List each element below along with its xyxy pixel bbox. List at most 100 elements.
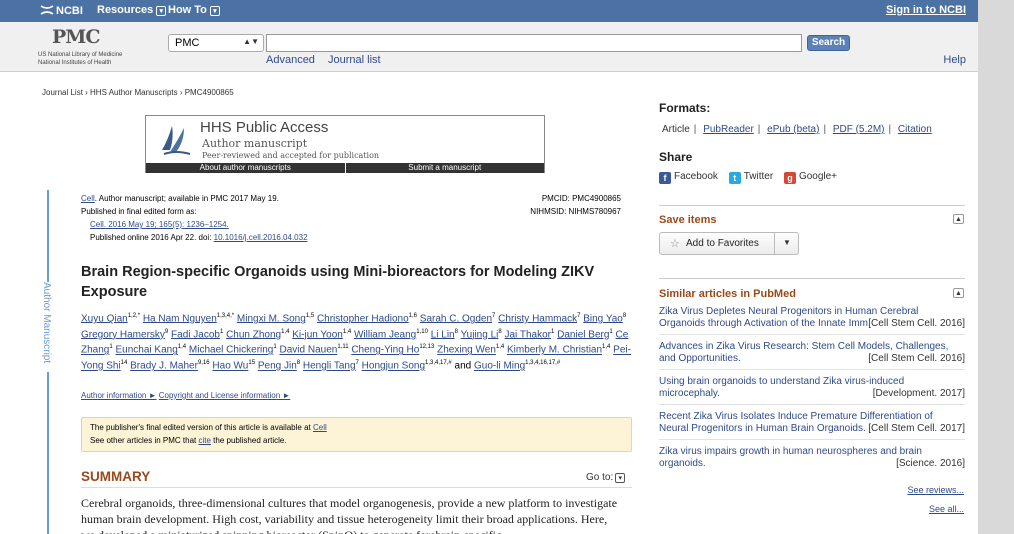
database-select[interactable]: PMC ▲▼: [168, 34, 264, 52]
author-affiliation: 12,13: [419, 344, 435, 351]
journal-link[interactable]: Cell: [81, 194, 95, 203]
author-link[interactable]: Cheng-Ying Ho: [351, 345, 419, 356]
author-affiliation: 7: [355, 360, 359, 367]
author-link[interactable]: Christy Hammack: [498, 313, 577, 324]
hhs-peer-note: Peer-reviewed and accepted for publicati…: [202, 151, 380, 160]
author-affiliation: 1,3,4,*: [216, 313, 235, 319]
save-items-heading: Save items: [659, 214, 717, 226]
collapse-icon[interactable]: ▲: [953, 288, 964, 298]
hhs-title: HHS Public Access: [200, 119, 329, 136]
author-link[interactable]: Ha Nam Nguyen: [143, 313, 217, 324]
doi-link[interactable]: 10.1016/j.cell.2016.04.032: [214, 233, 308, 242]
share-facebook[interactable]: f Facebook: [659, 171, 718, 184]
author-link[interactable]: Hao Wu: [212, 361, 248, 372]
hhs-subtitle: Author manuscript: [202, 137, 308, 150]
nihmsid: NIHMSID: NIHMS780967: [530, 207, 621, 216]
author-affiliation: 14: [120, 360, 128, 367]
author-link[interactable]: Mingxi M. Song: [237, 313, 306, 324]
author-affiliation: 1,4: [495, 344, 505, 351]
resources-menu[interactable]: Resources ▾: [97, 4, 167, 16]
chevron-down-icon: ▾: [209, 6, 220, 16]
collapse-icon[interactable]: ▲: [953, 214, 964, 224]
author-link[interactable]: Hengli Tang: [303, 361, 356, 372]
hhs-public-access-banner: HHS Public Access Author manuscript Peer…: [145, 115, 545, 173]
format-pubreader-link[interactable]: PubReader: [703, 124, 754, 135]
author-link[interactable]: Bing Yao: [583, 313, 623, 324]
article-ids: PMCID: PMC4900865 NIHMSID: NIHMS780967: [500, 192, 621, 218]
cite-link[interactable]: cite: [199, 436, 211, 445]
author-link[interactable]: Hongjun Song: [362, 361, 425, 372]
similar-article-item[interactable]: Zika Virus Depletes Neural Progenitors i…: [659, 306, 965, 330]
author-link[interactable]: Brady J. Maher: [130, 361, 198, 372]
pmc-logo[interactable]: PMC: [52, 26, 100, 48]
author-link[interactable]: Xuyu Qian: [81, 313, 128, 324]
format-citation-link[interactable]: Citation: [898, 124, 932, 135]
author-link[interactable]: Kimberly M. Christian: [507, 345, 602, 356]
author-affiliation: 9,16: [197, 360, 210, 367]
author-link[interactable]: Daniel Berg: [557, 329, 609, 340]
share-google[interactable]: g Google+: [783, 171, 837, 184]
similar-article-item[interactable]: Recent Zika Virus Isolates Induce Premat…: [659, 411, 965, 435]
article-title: Brain Region-specific Organoids using Mi…: [81, 264, 595, 300]
see-reviews-link[interactable]: See reviews...: [907, 485, 964, 495]
author-link[interactable]: David Nauen: [280, 345, 338, 356]
author-link[interactable]: Guo-li Ming: [474, 361, 525, 372]
summary-divider: [81, 487, 632, 488]
author-link[interactable]: Yujing Li: [461, 329, 499, 340]
author-affiliation: 1: [609, 328, 613, 335]
copyright-license-link[interactable]: Copyright and License information ►: [159, 391, 291, 400]
search-input[interactable]: [266, 34, 802, 52]
author-link[interactable]: Michael Chickering: [189, 345, 273, 356]
help-link[interactable]: Help: [943, 54, 966, 66]
author-link[interactable]: Zhexing Wen: [437, 345, 496, 356]
author-link[interactable]: Fadi Jacob: [171, 329, 220, 340]
advanced-search-link[interactable]: Advanced: [266, 54, 315, 66]
publisher-notice: The publisher's final edited version of …: [81, 417, 632, 452]
author-link[interactable]: Eunchai Kang: [115, 345, 177, 356]
similar-article-item[interactable]: Advances in Zika Virus Research: Stem Ce…: [659, 341, 965, 365]
select-arrows-icon: ▲▼: [243, 37, 259, 46]
goto-menu[interactable]: Go to: ▾: [586, 472, 626, 483]
ncbi-logo[interactable]: NCBI: [40, 4, 83, 17]
breadcrumb[interactable]: Journal List › HHS Author Manuscripts › …: [42, 88, 234, 97]
author-link[interactable]: Li Lin: [431, 329, 455, 340]
author-link[interactable]: Ki-jun Yoon: [292, 329, 343, 340]
published-citation-link[interactable]: Cell. 2016 May 19; 165(5): 1236–1254.: [90, 220, 229, 229]
author-link[interactable]: Christopher Hadiono: [317, 313, 409, 324]
chevron-down-icon[interactable]: ▼: [783, 238, 791, 247]
author-link[interactable]: Chun Zhong: [226, 329, 281, 340]
publisher-cell-link[interactable]: Cell: [313, 423, 327, 432]
hhs-eagle-icon: [162, 126, 191, 155]
formats-heading: Formats:: [659, 101, 711, 115]
author-affiliation: 1,3,4,16,17,#: [525, 360, 561, 367]
howto-menu[interactable]: How To ▾: [168, 4, 220, 16]
about-author-manuscripts-link[interactable]: About author manuscripts: [146, 163, 346, 173]
share-links: f Facebook t Twitter g Google+: [659, 171, 845, 184]
author-affiliation: 1,2,*: [127, 313, 141, 319]
author-link[interactable]: William Jeang: [354, 329, 416, 340]
nih-label: National Institutes of Health: [38, 60, 112, 66]
format-epub-link[interactable]: ePub (beta): [767, 124, 819, 135]
author-affiliation: 1: [551, 328, 555, 335]
author-link[interactable]: Gregory Hamersky: [81, 329, 165, 340]
see-all-link[interactable]: See all...: [929, 504, 964, 514]
author-affiliation: 8: [296, 360, 301, 367]
search-button[interactable]: Search: [807, 35, 850, 51]
sign-in-link[interactable]: Sign in to NCBI: [886, 4, 966, 16]
share-twitter[interactable]: t Twitter: [728, 171, 773, 184]
author-link[interactable]: Peng Jin: [258, 361, 297, 372]
author-link[interactable]: Sarah C. Ogden: [420, 313, 492, 324]
similar-article-item[interactable]: Zika virus impairs growth in human neuro…: [659, 446, 965, 470]
formats-list: Article | PubReader | ePub (beta) | PDF (5.…: [662, 124, 932, 135]
author-link[interactable]: Jai Thakor: [505, 329, 552, 340]
submit-manuscript-link[interactable]: Submit a manuscript: [345, 163, 544, 173]
hhs-link-bar: About author manuscripts Submit a manusc…: [146, 163, 544, 173]
similar-article-item[interactable]: Using brain organoids to understand Zika…: [659, 376, 965, 400]
author-manuscript-label: Author Manuscript: [35, 282, 61, 372]
author-affiliation: 8: [454, 328, 458, 335]
author-information-link[interactable]: Author information ►: [81, 391, 157, 400]
add-to-favorites-button[interactable]: ☆ Add to Favorites ▼: [659, 232, 799, 255]
format-pdf-link[interactable]: PDF (5.2M): [833, 124, 885, 135]
journal-list-link[interactable]: Journal list: [328, 54, 381, 66]
author-affiliation: 1,11: [337, 344, 349, 351]
